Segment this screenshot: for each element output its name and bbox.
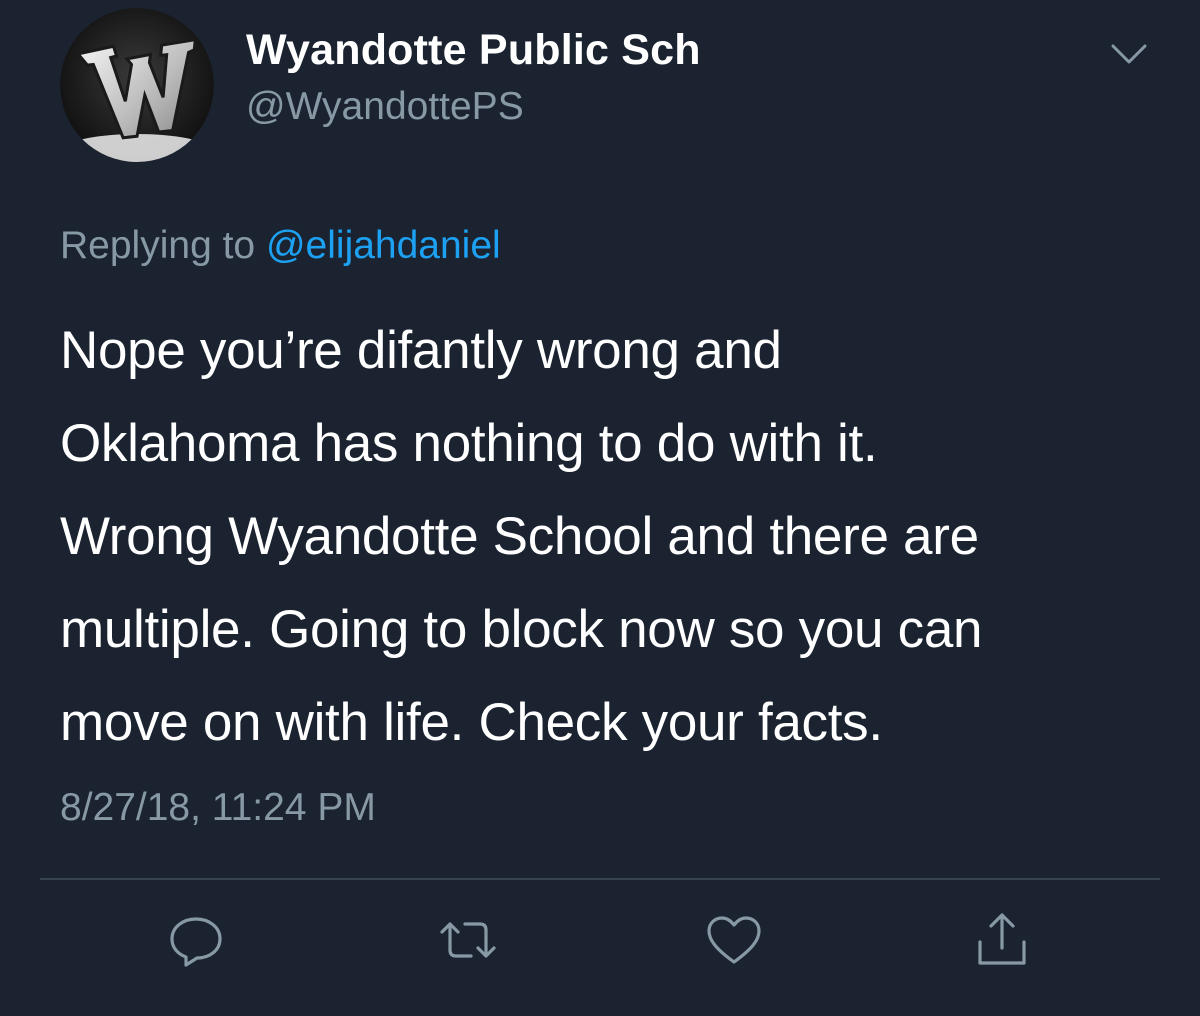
replying-to: Replying to @elijahdaniel [60,224,501,268]
like-button[interactable] [704,912,764,968]
divider [40,878,1160,880]
tweet-timestamp: 8/27/18, 11:24 PM [60,786,376,829]
heart-icon [707,916,761,964]
display-name[interactable]: Wyandotte Public Sch [246,26,701,75]
replying-to-label: Replying to [60,224,266,267]
share-button[interactable] [972,912,1032,968]
chevron-down-icon[interactable] [1110,42,1148,68]
share-icon [978,913,1026,965]
user-handle[interactable]: @WyandottePS [246,85,524,129]
avatar[interactable] [60,8,214,162]
reply-button[interactable] [166,912,226,968]
retweet-icon [440,922,496,958]
wyandotte-w-logo-icon [60,8,214,162]
tweet-detail: Wyandotte Public Sch @WyandottePS Replyi… [0,0,1200,1016]
mention-link[interactable]: @elijahdaniel [266,224,501,267]
tweet-text: Nope you’re difantly wrong and Oklahoma … [60,321,983,752]
speech-bubble-icon [170,917,222,967]
retweet-button[interactable] [438,912,498,968]
